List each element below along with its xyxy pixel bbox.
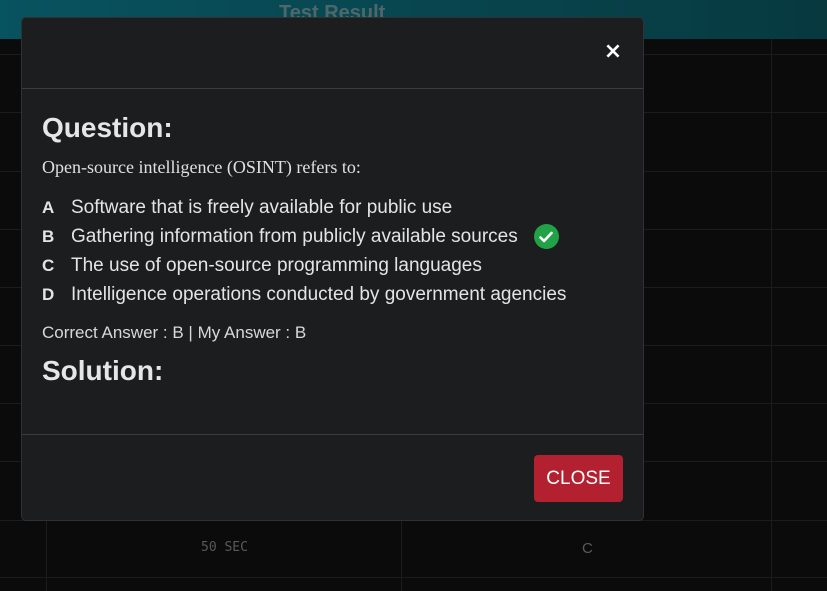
question-heading: Question: [42,112,173,143]
question-modal: × Question: Open-source intelligence (OS… [21,17,644,521]
option-d: D Intelligence operations conducted by g… [42,280,623,309]
options-list: A Software that is freely available for … [42,193,623,309]
option-letter: C [42,255,55,275]
option-text: The use of open-source programming langu… [71,254,482,276]
question-text: Open-source intelligence (OSINT) refers … [42,157,361,177]
option-a: A Software that is freely available for … [42,193,623,222]
answer-summary: Correct Answer : B | My Answer : B [42,323,307,342]
close-button[interactable]: CLOSE [534,455,623,502]
option-letter: D [42,284,55,304]
solution-heading: Solution: [42,355,164,386]
option-letter: B [42,226,55,246]
option-b: B Gathering information from publicly av… [42,222,623,251]
option-letter: A [42,197,55,217]
modal-footer: CLOSE [22,435,643,521]
option-c: C The use of open-source programming lan… [42,251,623,280]
check-circle-icon [533,224,559,249]
option-text: Software that is freely available for pu… [71,196,453,218]
close-icon[interactable]: × [603,41,623,63]
option-text: Intelligence operations conducted by gov… [71,283,567,305]
modal-body: Question: Open-source intelligence (OSIN… [22,89,643,435]
modal-header: × [22,18,643,89]
option-text: Gathering information from publicly avai… [71,225,518,247]
